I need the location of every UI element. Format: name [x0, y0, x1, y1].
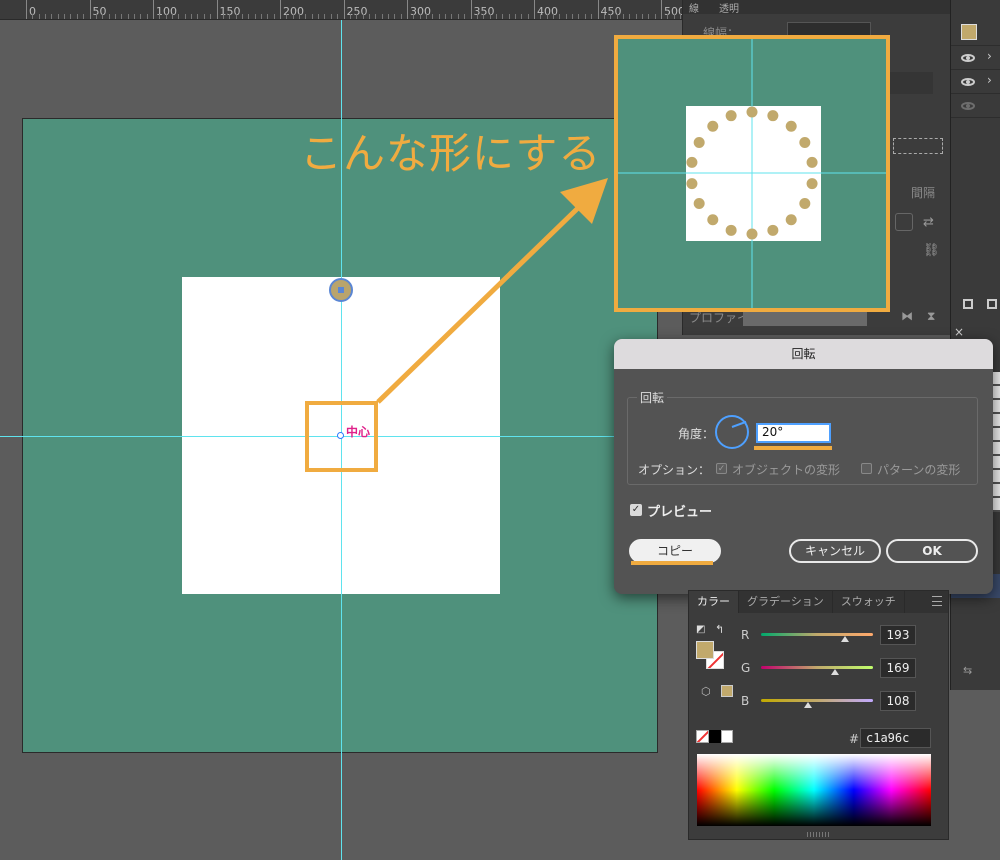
color-panel: カラー グラデーション スウォッチ ◩ ↰ ⬡ R 193 G 169 B 10…: [688, 590, 949, 840]
layer-option-icon[interactable]: [987, 299, 997, 309]
angle-label: 角度：: [678, 427, 715, 441]
swap-icon[interactable]: ⇄: [923, 215, 934, 230]
cube-icon: ⬡: [701, 685, 711, 698]
ring-dot: [746, 228, 758, 240]
tab-color[interactable]: カラー: [689, 591, 739, 613]
ring-dot: [707, 120, 719, 132]
ring-dot: [767, 110, 779, 122]
g-value[interactable]: 169: [880, 658, 916, 678]
swap-colors-icon[interactable]: ↰: [715, 623, 724, 636]
preview-label: プレビュー: [647, 505, 713, 520]
ring-dot: [767, 224, 779, 236]
tab-gradient[interactable]: グラデーション: [739, 591, 833, 613]
color-panel-tabs: カラー グラデーション スウォッチ: [689, 591, 948, 613]
example-result-image: [614, 35, 890, 312]
angle-input[interactable]: 20°: [756, 423, 831, 443]
layer-row[interactable]: ›: [951, 46, 1000, 70]
color-spectrum[interactable]: [697, 754, 931, 826]
copy-button[interactable]: コピー: [629, 539, 721, 563]
angle-dial-icon[interactable]: [715, 415, 749, 449]
ring-dot: [785, 120, 797, 132]
ring-dot: [725, 224, 737, 236]
g-slider[interactable]: [761, 666, 873, 669]
new-layer-icon[interactable]: [963, 299, 973, 309]
g-slider-thumb[interactable]: [831, 669, 839, 675]
tab-stroke[interactable]: 線: [689, 0, 699, 15]
tab-transparency[interactable]: 透明: [719, 0, 739, 15]
flip-vertical-icon[interactable]: ⧗: [927, 309, 935, 324]
ring-dot: [746, 106, 758, 118]
last-color-swatch[interactable]: [721, 685, 733, 697]
close-icon[interactable]: ×: [954, 325, 964, 339]
eye-icon[interactable]: [961, 54, 975, 62]
b-slider[interactable]: [761, 699, 873, 702]
resize-grip[interactable]: [807, 832, 829, 837]
ring-dot: [693, 137, 705, 148]
flip-icon[interactable]: ⧓: [901, 309, 913, 323]
spacing-label: 間隔: [911, 186, 936, 200]
grip-icon: ⇆: [963, 664, 973, 677]
options-label: オプション：: [638, 463, 711, 477]
cancel-button[interactable]: キャンセル: [789, 539, 881, 563]
rotate-dialog: 回転 回転 角度： 20° オプション： ✓ オブジェクトの変形 パターンの変形…: [614, 339, 993, 594]
ring-dot: [693, 198, 705, 209]
example-illustration: [618, 39, 886, 308]
ring-dot: [686, 156, 698, 168]
layer-row[interactable]: ›: [951, 70, 1000, 94]
default-colors-icon[interactable]: ◩: [696, 624, 705, 635]
r-value[interactable]: 193: [880, 625, 916, 645]
transform-patterns-checkbox[interactable]: [861, 463, 872, 474]
g-label: G: [741, 661, 751, 675]
chevron-right-icon[interactable]: ›: [987, 73, 992, 87]
transform-patterns-label: パターンの変形: [877, 463, 961, 477]
transform-objects-checkbox[interactable]: ✓: [716, 463, 727, 474]
ring-dot: [799, 137, 811, 148]
transform-objects-label: オブジェクトの変形: [732, 463, 841, 477]
rotate-group-label: 回転: [637, 389, 668, 406]
ring-dot: [806, 178, 818, 190]
none-black-white-swatches[interactable]: [696, 730, 734, 743]
ring-dot: [806, 156, 818, 168]
ring-dot: [686, 178, 698, 190]
hex-label: #: [849, 732, 860, 746]
eye-icon[interactable]: [961, 102, 975, 110]
preview-checkbox[interactable]: ✓: [630, 504, 642, 516]
none-swatch[interactable]: [696, 730, 709, 743]
ring-dot: [785, 214, 797, 226]
panel-menu-icon[interactable]: [932, 596, 942, 606]
layer-row[interactable]: [951, 20, 1000, 46]
align-dashes-icon[interactable]: [893, 138, 943, 154]
dialog-title: 回転: [614, 339, 993, 369]
layer-row[interactable]: [951, 94, 1000, 118]
b-value[interactable]: 108: [880, 691, 916, 711]
ring-dot: [707, 214, 719, 226]
fill-swatch[interactable]: [696, 641, 714, 659]
angle-highlight: [754, 446, 832, 450]
white-swatch[interactable]: [721, 730, 733, 743]
b-label: B: [741, 694, 750, 708]
black-swatch[interactable]: [709, 730, 721, 743]
r-slider-thumb[interactable]: [841, 636, 849, 642]
link-icon[interactable]: ⛓: [923, 243, 940, 258]
layer-color-swatch: [961, 24, 977, 40]
ring-dot: [725, 110, 737, 122]
r-label: R: [741, 628, 750, 642]
dropdown-icon[interactable]: [895, 213, 913, 231]
tab-swatches[interactable]: スウォッチ: [833, 591, 905, 613]
b-slider-thumb[interactable]: [804, 702, 812, 708]
ring-dot: [799, 198, 811, 209]
r-slider[interactable]: [761, 633, 873, 636]
chevron-right-icon[interactable]: ›: [987, 49, 992, 63]
ok-button[interactable]: OK: [886, 539, 978, 563]
hex-input[interactable]: c1a96c: [860, 728, 931, 748]
copy-highlight: [631, 561, 713, 565]
eye-icon[interactable]: [961, 78, 975, 86]
